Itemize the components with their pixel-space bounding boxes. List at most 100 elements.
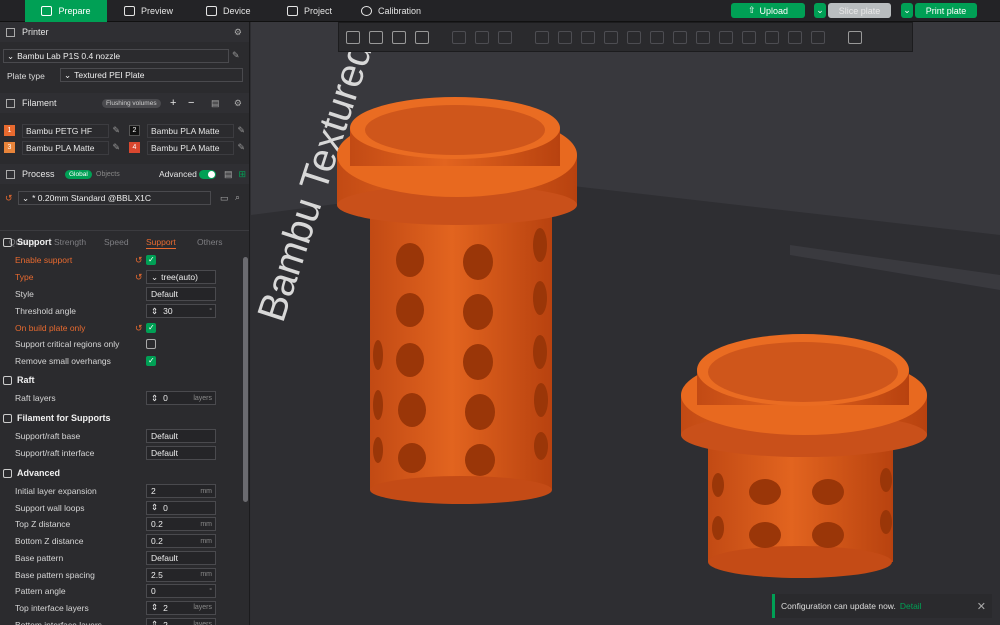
advanced-setting-row: Base pattern Default — [0, 550, 242, 566]
edit-printer-icon[interactable]: ✎ — [232, 50, 240, 61]
tab-prepare[interactable]: Prepare — [25, 0, 107, 22]
support-type-select[interactable]: ⌄ tree(auto) — [146, 270, 216, 284]
reset-icon[interactable]: ↺ — [135, 272, 143, 283]
tab-others[interactable]: Others — [197, 237, 223, 247]
3d-viewport[interactable]: Bambu Textured — [251, 22, 1000, 625]
reset-preset-icon[interactable]: ↺ — [5, 193, 13, 204]
cut-icon[interactable] — [624, 27, 644, 47]
seam-paint-icon[interactable] — [693, 27, 713, 47]
auto-orient-icon[interactable] — [389, 27, 409, 47]
split-parts-icon[interactable] — [472, 27, 492, 47]
print-plate-button[interactable]: Print plate — [915, 3, 977, 18]
tab-project[interactable]: Project — [287, 0, 332, 22]
arrange-icon[interactable] — [412, 27, 432, 47]
scale-icon[interactable] — [578, 27, 598, 47]
tab-support[interactable]: Support — [146, 237, 176, 249]
global-toggle[interactable]: Global — [65, 169, 92, 179]
slice-plate-button[interactable]: Slice plate — [828, 3, 891, 18]
setting-input[interactable]: Default — [146, 550, 216, 565]
setting-input[interactable]: 2 mm — [146, 484, 216, 498]
assembly-icon[interactable] — [785, 27, 805, 47]
setting-input[interactable]: ⇕ 0 — [146, 500, 216, 515]
add-object-icon[interactable] — [343, 27, 363, 47]
lay-on-face-icon[interactable] — [601, 27, 621, 47]
edit-filament-icon[interactable]: ✎ — [112, 142, 120, 153]
edit-filament-icon[interactable]: ✎ — [112, 125, 120, 136]
save-preset-icon[interactable]: ▭ — [220, 193, 229, 204]
build-plate-only-checkbox[interactable] — [146, 323, 156, 333]
objects-toggle[interactable]: Objects — [96, 171, 120, 178]
text-icon[interactable] — [716, 27, 736, 47]
tab-calibration[interactable]: Calibration — [361, 0, 421, 22]
move-icon[interactable] — [532, 27, 552, 47]
setting-value: 0 — [151, 586, 156, 597]
color-paint-icon[interactable] — [739, 27, 759, 47]
short-cup-model[interactable] — [681, 334, 927, 578]
filament-sync-icon[interactable]: ▤ — [211, 98, 220, 109]
remove-overhangs-checkbox[interactable] — [146, 356, 156, 366]
upload-button[interactable]: ⇧ Upload — [731, 3, 805, 18]
setting-input[interactable]: 0.2 mm — [146, 534, 216, 549]
slice-dropdown-button[interactable]: ⌄ — [814, 3, 826, 18]
enable-support-checkbox[interactable] — [146, 255, 156, 265]
flushing-volumes-button[interactable]: Flushing volumes — [102, 98, 161, 108]
threshold-angle-input[interactable]: ⇕ 30 ° — [146, 304, 216, 318]
rotate-icon[interactable] — [555, 27, 575, 47]
filament-slot-1[interactable]: 1 Bambu PETG HF ✎ — [0, 123, 120, 138]
measure-icon[interactable] — [762, 27, 782, 47]
printer-settings-icon[interactable]: ⚙ — [234, 27, 242, 38]
tab-strength[interactable]: Strength — [54, 237, 86, 247]
stepper-icon[interactable]: ⇕ — [151, 619, 158, 625]
raft-interface-select[interactable]: Default — [146, 446, 216, 460]
process-settings-icon[interactable]: ⊞ — [238, 169, 246, 180]
process-preset-select[interactable]: ⌄ * 0.20mm Standard @BBL X1C — [18, 191, 211, 205]
setting-input[interactable]: ⇕ 2 layers — [146, 600, 216, 615]
setting-input[interactable]: ⇕ 2 layers — [146, 617, 216, 625]
edit-filament-icon[interactable]: ✎ — [237, 125, 245, 136]
setting-input[interactable]: 0 ° — [146, 584, 216, 599]
raft-layers-input[interactable]: ⇕ 0 layers — [146, 391, 216, 405]
filament-color-swatch: 3 — [4, 142, 15, 153]
variable-layer-icon[interactable] — [495, 27, 515, 47]
search-icon[interactable]: ⌕ — [235, 192, 240, 203]
split-objects-icon[interactable] — [449, 27, 469, 47]
sidebar-scrollbar[interactable] — [243, 257, 248, 502]
filament-settings-icon[interactable]: ⚙ — [234, 98, 242, 109]
view-options-icon[interactable] — [845, 27, 865, 47]
tall-cup-model[interactable] — [337, 97, 577, 504]
filament-slot-4[interactable]: 4 Bambu PLA Matte ✎ — [125, 140, 245, 155]
critical-regions-checkbox[interactable] — [146, 339, 156, 349]
printer-select[interactable]: ⌄ Bambu Lab P1S 0.4 nozzle — [3, 49, 229, 63]
add-plate-icon[interactable] — [366, 27, 386, 47]
tab-speed[interactable]: Speed — [104, 237, 129, 247]
reset-icon[interactable]: ↺ — [135, 323, 143, 334]
tab-device[interactable]: Device — [206, 0, 251, 22]
support-style-select[interactable]: Default — [146, 287, 216, 301]
compare-icon[interactable]: ▤ — [224, 169, 233, 180]
setting-input[interactable]: 0.2 mm — [146, 517, 216, 532]
filament-slot-2[interactable]: 2 Bambu PLA Matte ✎ — [125, 123, 245, 138]
stepper-icon[interactable]: ⇕ — [151, 306, 158, 317]
stepper-icon[interactable]: ⇕ — [151, 393, 158, 404]
filament-slot-3[interactable]: 3 Bambu PLA Matte ✎ — [0, 140, 120, 155]
setting-input[interactable]: 2.5 mm — [146, 567, 216, 582]
mesh-boolean-icon[interactable] — [647, 27, 667, 47]
tab-preview[interactable]: Preview — [124, 0, 173, 22]
reset-icon[interactable]: ↺ — [135, 255, 143, 266]
advanced-switch[interactable] — [199, 169, 216, 179]
raft-base-select[interactable]: Default — [146, 429, 216, 443]
edit-filament-icon[interactable]: ✎ — [237, 142, 245, 153]
notification-detail-link[interactable]: Detail — [900, 601, 922, 611]
setting-unit: mm — [200, 520, 212, 528]
stepper-icon[interactable]: ⇕ — [151, 502, 158, 513]
plate-type-select[interactable]: ⌄ Textured PEI Plate — [60, 68, 243, 82]
stepper-icon[interactable]: ⇕ — [151, 602, 158, 613]
close-icon[interactable]: ✕ — [977, 600, 986, 613]
print-dropdown-button[interactable]: ⌄ — [901, 3, 913, 18]
emboss-icon[interactable] — [808, 27, 828, 47]
top-bar: Prepare Preview Device Project Calibrati… — [0, 0, 1000, 22]
add-filament-icon[interactable]: + — [170, 97, 176, 109]
remove-filament-icon[interactable]: − — [188, 97, 194, 109]
support-paint-icon[interactable] — [670, 27, 690, 47]
document-icon — [287, 6, 298, 16]
